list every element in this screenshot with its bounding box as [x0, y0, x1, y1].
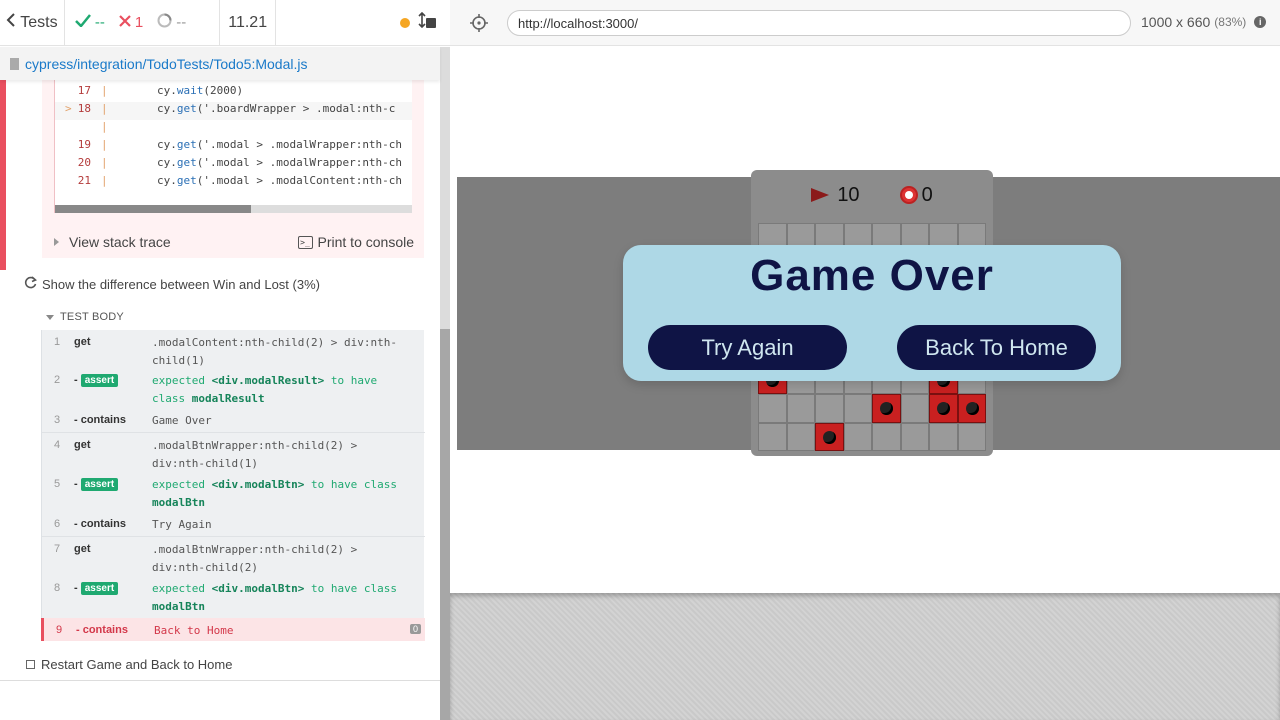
- bomb-cell[interactable]: [872, 394, 901, 423]
- grid-cell[interactable]: [900, 394, 929, 423]
- command-row[interactable]: 5 - assert expected <div.modalBtn> to ha…: [42, 472, 425, 512]
- tests-button[interactable]: Tests: [0, 0, 65, 45]
- timer: 0: [899, 184, 933, 207]
- bomb-cell[interactable]: [957, 394, 986, 423]
- command-row-failed[interactable]: 9 - contains Back to Home 0: [41, 618, 425, 641]
- info-icon[interactable]: i: [1254, 16, 1267, 28]
- grid-cell[interactable]: [843, 422, 872, 451]
- grid-cell[interactable]: [900, 422, 929, 451]
- pending-count: --: [176, 14, 187, 31]
- spec-file-path[interactable]: cypress/integration/TodoTests/Todo5:Moda…: [25, 56, 307, 72]
- grid-cell[interactable]: [872, 422, 901, 451]
- x-icon: [119, 14, 131, 31]
- command-row[interactable]: 7 get .modalBtnWrapper:nth-child(2) > di…: [42, 536, 425, 576]
- command-row[interactable]: 4 get .modalBtnWrapper:nth-child(2) > di…: [42, 432, 425, 472]
- code-line-highlighted: > 18 | cy.get('.boardWrapper > .modal:nth…: [55, 102, 412, 120]
- error-code-frame: 17 | cy.wait(2000) > 18 | cy.get('.boardWr…: [42, 80, 424, 258]
- game-over-modal: Game Over Try Again Back To Home: [623, 245, 1121, 381]
- failed-count: 1: [134, 14, 144, 31]
- grid-cell[interactable]: [758, 422, 787, 451]
- assert-badge: assert: [80, 478, 119, 491]
- command-row[interactable]: 8 - assert expected <div.modalBtn> to ha…: [42, 576, 425, 616]
- alarm-clock-icon: [899, 186, 918, 205]
- code-horizontal-scrollbar[interactable]: [55, 205, 412, 213]
- grid-cell[interactable]: [815, 394, 844, 423]
- spec-file-bar: cypress/integration/TodoTests/Todo5:Moda…: [0, 47, 440, 80]
- caret-down-icon: [46, 314, 54, 320]
- print-to-console-button[interactable]: >_ Print to console: [297, 234, 414, 250]
- terminal-icon: >_: [297, 235, 313, 249]
- reporter-scrollbar[interactable]: [440, 47, 450, 720]
- updown-arrow-icon: [418, 11, 426, 33]
- pending-stat: --: [157, 13, 186, 32]
- auto-scroll-toggle[interactable]: [400, 11, 426, 33]
- aut-iframe: 10 0 Game Over Try Again Back To Home: [451, 47, 1280, 593]
- aut-header: http://localhost:3000/ 1000 x 660 (83%) …: [450, 0, 1280, 46]
- try-again-button[interactable]: Try Again: [648, 325, 847, 370]
- flag-icon: [811, 188, 830, 203]
- status-dot-icon: [400, 17, 410, 28]
- command-count-badge: 0: [409, 624, 421, 634]
- passed-count: --: [94, 14, 105, 31]
- test-body-toggle[interactable]: TEST BODY: [46, 311, 124, 323]
- tests-button-label: Tests: [20, 13, 58, 31]
- stop-icon[interactable]: [426, 17, 436, 28]
- aut-empty-area: [450, 593, 1280, 720]
- pending-circle-icon: [157, 13, 172, 32]
- grid-cell[interactable]: [929, 422, 958, 451]
- file-icon: [10, 57, 19, 70]
- divider: [0, 680, 440, 681]
- modal-result: Game Over: [750, 251, 994, 300]
- crosshair-icon[interactable]: [470, 14, 488, 32]
- bomb-cell[interactable]: [815, 422, 844, 451]
- flag-counter: 10: [811, 184, 860, 207]
- refresh-icon: [24, 276, 37, 292]
- duration: 11.21: [220, 0, 276, 45]
- passed-stat: --: [75, 14, 105, 31]
- command-log: 1 get .modalContent:nth-child(2) > div:n…: [41, 330, 425, 641]
- url-bar[interactable]: http://localhost:3000/: [507, 10, 1131, 36]
- command-row[interactable]: 2 - assert expected <div.modalResult> to…: [42, 368, 425, 408]
- command-row[interactable]: 1 get .modalContent:nth-child(2) > div:n…: [42, 330, 425, 368]
- run-controls: [276, 0, 450, 45]
- next-test-title[interactable]: Restart Game and Back to Home: [26, 657, 232, 672]
- grid-cell[interactable]: [786, 422, 815, 451]
- command-row[interactable]: 6 - contains Try Again: [42, 512, 425, 536]
- reporter-panel: Tests -- 1 -- 11.21 cypress/integration/…: [0, 0, 450, 720]
- check-icon: [75, 14, 91, 31]
- assert-badge: assert: [80, 374, 119, 387]
- chevron-left-icon: [6, 13, 16, 32]
- failed-test-stripe: [0, 80, 6, 270]
- assert-badge: assert: [80, 582, 119, 595]
- caret-right-icon: [54, 238, 59, 246]
- grid-cell[interactable]: [957, 422, 986, 451]
- grid-cell[interactable]: [786, 394, 815, 423]
- grid-cell[interactable]: [758, 394, 787, 423]
- pending-square-icon: [26, 660, 35, 669]
- test-title[interactable]: Show the difference between Win and Lost…: [24, 276, 320, 292]
- code-snippet: 17 | cy.wait(2000) > 18 | cy.get('.boardWr…: [54, 80, 412, 213]
- viewport-info: 1000 x 660 (83%) i: [1141, 14, 1267, 30]
- test-stats: -- 1 --: [65, 0, 221, 45]
- bomb-cell[interactable]: [929, 394, 958, 423]
- reporter-header: Tests -- 1 -- 11.21: [0, 0, 450, 46]
- reporter-body: 17 | cy.wait(2000) > 18 | cy.get('.boardWr…: [0, 80, 440, 680]
- app-under-test: http://localhost:3000/ 1000 x 660 (83%) …: [450, 0, 1280, 720]
- back-to-home-button[interactable]: Back To Home: [897, 325, 1096, 370]
- board-header: 10 0: [751, 170, 993, 220]
- command-row[interactable]: 3 - contains Game Over: [42, 408, 425, 432]
- failed-stat: 1: [119, 14, 143, 31]
- error-actions: View stack trace >_ Print to console: [54, 230, 414, 254]
- grid-cell[interactable]: [843, 394, 872, 423]
- view-stack-trace-toggle[interactable]: View stack trace: [54, 234, 171, 250]
